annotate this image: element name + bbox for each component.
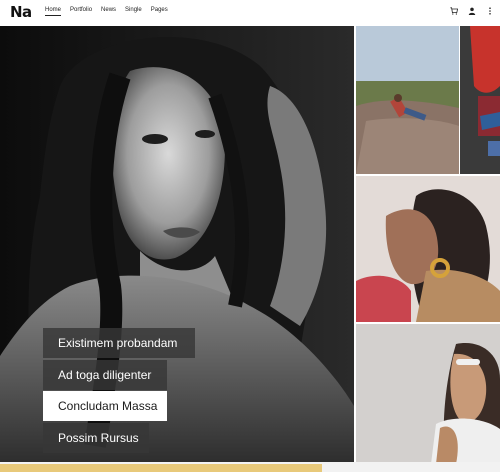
gallery-tile-red-outfit[interactable] xyxy=(460,26,500,174)
hero-menu-item[interactable]: Possim Rursus xyxy=(43,422,149,453)
user-icon[interactable] xyxy=(468,6,476,16)
hero-menu-item[interactable]: Ad toga diligenter xyxy=(43,359,167,390)
main-nav: Home Portfolio News Single Pages xyxy=(45,7,177,16)
site-header: Na Home Portfolio News Single Pages xyxy=(0,0,500,26)
more-vertical-icon[interactable] xyxy=(486,6,494,16)
gallery-tile-sunglasses[interactable] xyxy=(356,324,500,464)
nav-item-single[interactable]: Single xyxy=(125,7,142,16)
hero-slider: Existimem probandam Ad toga diligenter C… xyxy=(0,26,354,466)
hero-menu: Existimem probandam Ad toga diligenter C… xyxy=(43,328,195,454)
site-logo[interactable]: Na xyxy=(10,3,32,21)
bottom-progress-bar xyxy=(0,462,500,472)
slider-progress-fill xyxy=(0,464,322,472)
nav-item-news[interactable]: News xyxy=(101,7,116,16)
gallery-tile-earring[interactable] xyxy=(356,176,500,322)
nav-item-pages[interactable]: Pages xyxy=(151,7,168,16)
gallery-tile-beach[interactable] xyxy=(356,26,459,174)
nav-item-home[interactable]: Home xyxy=(45,7,62,16)
hero-menu-item-active[interactable]: Concludam Massa xyxy=(43,391,167,421)
cart-icon[interactable] xyxy=(450,6,458,16)
header-actions xyxy=(450,6,494,16)
hero-menu-item[interactable]: Existimem probandam xyxy=(43,328,195,358)
nav-item-portfolio[interactable]: Portfolio xyxy=(70,7,92,16)
